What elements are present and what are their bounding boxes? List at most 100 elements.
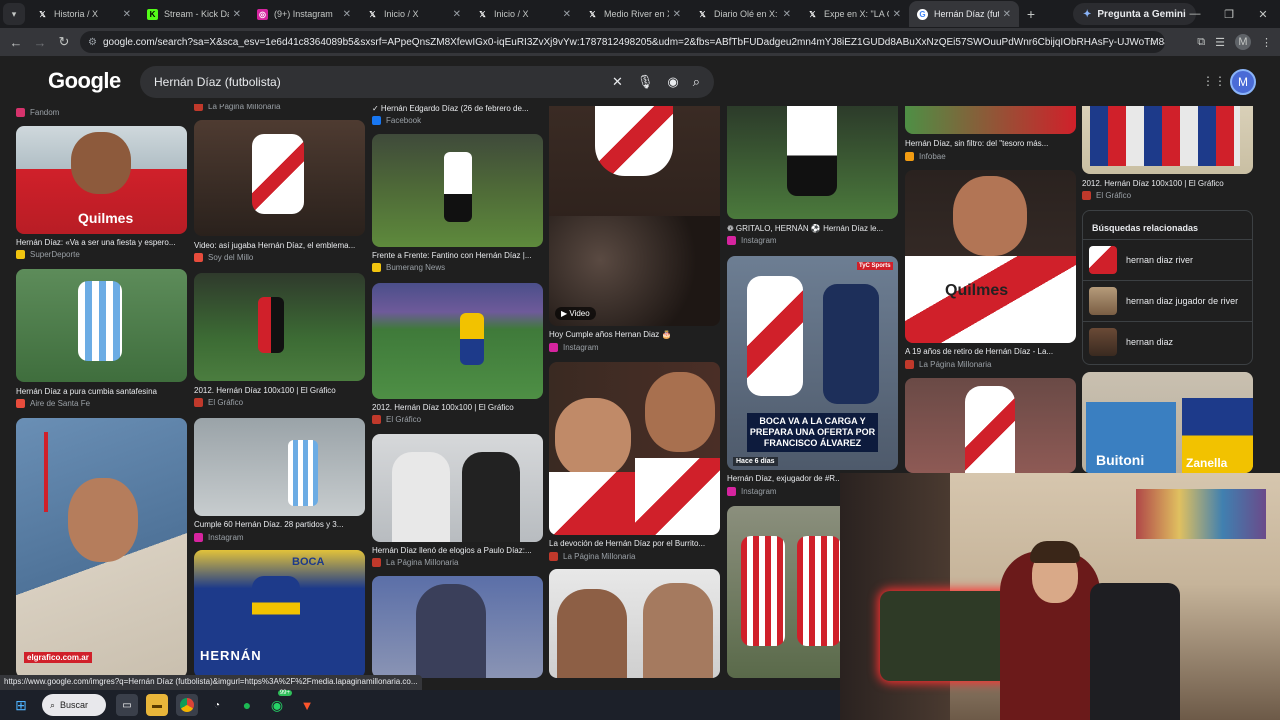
result-image[interactable] (727, 106, 898, 219)
tab-search-menu[interactable]: ▾ (3, 3, 25, 25)
result-image[interactable]: TyC Sports BOCA VA A LA CARGA Y PREPARA … (727, 256, 898, 470)
image-result[interactable]: 2012. Hernán Díaz 100x100 | El Gráfico E… (1082, 106, 1253, 202)
source-label[interactable]: Fandom (16, 108, 59, 117)
result-image[interactable] (549, 362, 720, 535)
whatsapp-icon[interactable]: ◉ 99+ (266, 690, 292, 716)
result-image[interactable]: Quilmes (905, 170, 1076, 343)
extensions-icon[interactable]: ⧉ (1197, 36, 1205, 49)
tab-list-icon[interactable]: ☰ (1215, 36, 1225, 49)
result-image[interactable] (1082, 106, 1253, 174)
tab-5[interactable]: 𝕏 Inicio / X ✕ (469, 1, 579, 27)
maximize-icon[interactable]: ❐ (1212, 0, 1246, 28)
shirt-logo: Quilmes (78, 210, 134, 226)
close-window-icon[interactable]: ✕ (1246, 0, 1280, 28)
image-result[interactable]: Hernán Díaz llenó de elogios a Paulo Día… (372, 434, 543, 572)
new-tab-button[interactable]: + (1019, 6, 1043, 22)
tab-4[interactable]: 𝕏 Inicio / X ✕ (359, 1, 469, 27)
result-image[interactable] (194, 273, 365, 381)
app-icon[interactable]: ◔ (206, 694, 228, 716)
close-icon[interactable]: ✕ (563, 9, 571, 20)
back-icon[interactable]: ← (4, 35, 28, 50)
reload-icon[interactable]: ↻ (52, 34, 76, 50)
result-image[interactable]: Quilmes (16, 126, 187, 234)
result-image[interactable]: BOCA HERNÁN (194, 550, 365, 678)
mic-icon[interactable]: 🎙 (637, 74, 654, 90)
related-item[interactable]: hernan diaz jugador de river (1083, 280, 1252, 321)
close-icon[interactable]: ✕ (233, 9, 241, 20)
close-icon[interactable]: ✕ (893, 9, 901, 20)
related-item[interactable]: hernan diaz river (1083, 239, 1252, 280)
file-explorer-icon[interactable]: ▬ (146, 694, 168, 716)
image-result[interactable]: ▶ Video Hoy Cumple años Hernan Diaz 🎂 In… (549, 106, 720, 356)
image-result[interactable]: Hernán Díaz a pura cumbia santafesina Ai… (16, 269, 187, 409)
image-result[interactable] (549, 569, 720, 678)
result-image[interactable] (194, 418, 365, 516)
image-result[interactable]: BOCA HERNÁN (194, 550, 365, 678)
close-icon[interactable]: ✕ (123, 9, 131, 20)
windows-start-icon[interactable]: ⊞ (10, 694, 32, 716)
image-result[interactable]: Buitoni Zanella (1082, 372, 1253, 473)
image-result[interactable] (372, 576, 543, 678)
source-label[interactable]: Facebook (372, 116, 421, 125)
result-image[interactable] (16, 269, 187, 382)
result-image[interactable] (372, 576, 543, 678)
forward-icon[interactable]: → (28, 35, 52, 50)
image-result[interactable]: 2012. Hernán Díaz 100x100 | El Gráfico E… (194, 273, 365, 413)
result-image[interactable]: Buitoni Zanella (1082, 372, 1253, 473)
image-result[interactable]: 2012. Hernán Díaz 100x100 | El Gráfico E… (372, 283, 543, 427)
tab-7[interactable]: 𝕏 Diario Olé en X: " ✕ (689, 1, 799, 27)
address-bar[interactable]: ⚙ google.com/search?sa=X&sca_esv=1e6d41c… (80, 31, 1165, 53)
brave-icon[interactable]: ▼ (296, 694, 318, 716)
profile-avatar[interactable]: M (1235, 34, 1251, 50)
image-result[interactable] (727, 506, 898, 678)
taskbar-search[interactable]: ⌕ Buscar (42, 694, 106, 716)
tab-3[interactable]: ◎ (9+) Instagram ✕ (249, 1, 359, 27)
result-image[interactable]: ▶ Video (549, 106, 720, 326)
close-icon[interactable]: ✕ (673, 9, 681, 20)
tab-1[interactable]: 𝕏 Historia / X ✕ (29, 1, 139, 27)
task-view-icon[interactable]: ▭ (116, 694, 138, 716)
image-result[interactable]: Quilmes A 19 años de retiro de Hernán Dí… (905, 170, 1076, 370)
account-avatar[interactable]: M (1230, 69, 1256, 95)
result-caption[interactable]: ✓ Hernán Edgardo Díaz (26 de febrero de.… (372, 104, 529, 113)
result-image[interactable] (372, 283, 543, 399)
search-query[interactable]: Hernán Díaz (futbolista) (154, 75, 598, 89)
image-result[interactable]: Video: así jugaba Hernán Díaz, el emblem… (194, 120, 365, 266)
result-image[interactable] (194, 120, 365, 236)
result-image[interactable]: elgrafico.com.ar (16, 418, 187, 678)
image-result[interactable]: La devoción de Hernán Díaz por el Burrit… (549, 362, 720, 562)
tab-active[interactable]: G Hernán Díaz (futb ✕ (909, 1, 1019, 27)
image-result[interactable] (905, 378, 1076, 473)
lens-icon[interactable]: ◉ (667, 74, 678, 90)
search-box[interactable]: Hernán Díaz (futbolista) ✕ 🎙 ◉ ⌕ (140, 66, 714, 98)
chrome-icon[interactable] (176, 694, 198, 716)
menu-kebab-icon[interactable]: ⋮ (1261, 36, 1272, 49)
close-icon[interactable]: ✕ (1003, 9, 1011, 20)
result-image[interactable] (905, 378, 1076, 473)
close-icon[interactable]: ✕ (343, 9, 351, 20)
image-result[interactable]: TyC Sports BOCA VA A LA CARGA Y PREPARA … (727, 256, 898, 500)
tab-6[interactable]: 𝕏 Medio River en X ✕ (579, 1, 689, 27)
image-result[interactable]: ❁ GRITALO, HERNÁN ⚽ Hernán Díaz le... In… (727, 106, 898, 248)
search-icon[interactable]: ⌕ (693, 74, 700, 90)
related-item[interactable]: hernan diaz (1083, 321, 1252, 362)
clear-icon[interactable]: ✕ (612, 74, 623, 90)
shelf-shape (1136, 489, 1266, 539)
bookmark-star-icon[interactable]: ☆ (1148, 37, 1157, 48)
close-icon[interactable]: ✕ (453, 9, 461, 20)
google-logo[interactable]: Google (48, 68, 121, 94)
close-icon[interactable]: ✕ (783, 9, 791, 20)
minimize-icon[interactable]: — (1178, 0, 1212, 28)
site-info-icon[interactable]: ⚙ (88, 37, 97, 48)
result-image[interactable] (372, 434, 543, 542)
tab-2[interactable]: K Stream - Kick Da ✕ (139, 1, 249, 27)
image-result[interactable]: Frente a Frente: Fantino con Hernán Díaz… (372, 134, 543, 274)
image-result[interactable]: elgrafico.com.ar (16, 418, 187, 678)
spotify-icon[interactable]: ● (236, 694, 258, 716)
result-image[interactable] (549, 569, 720, 678)
tab-8[interactable]: 𝕏 Expe en X: "LA Cl ✕ (799, 1, 909, 27)
result-image[interactable] (905, 106, 1076, 134)
image-result[interactable]: Cumple 60 Hernán Díaz. 28 partidos y 3..… (194, 418, 365, 548)
image-result[interactable]: Quilmes Hernán Díaz: «Va a ser una fiest… (16, 126, 187, 259)
result-image[interactable] (372, 134, 543, 247)
